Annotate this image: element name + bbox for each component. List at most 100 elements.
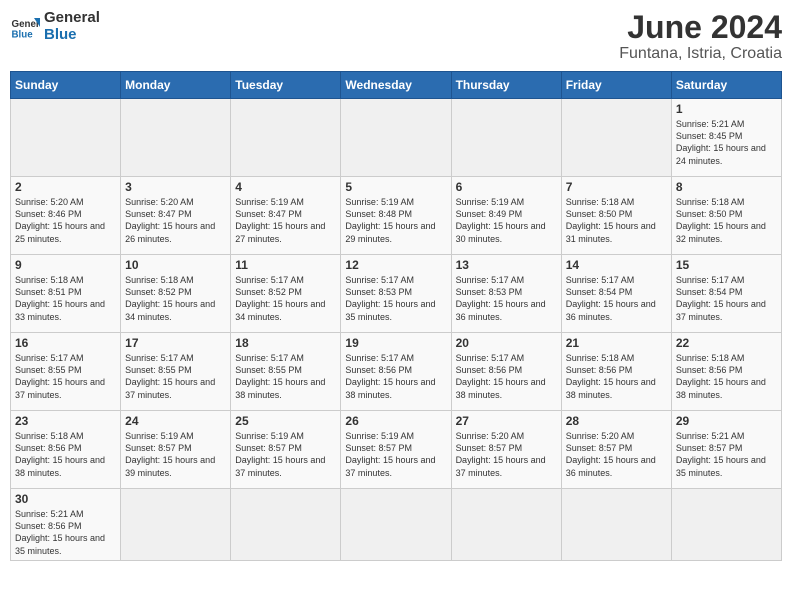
logo: General Blue General Blue <box>10 10 100 43</box>
table-row <box>121 489 231 561</box>
table-row: 13 Sunrise: 5:17 AM Sunset: 8:53 PM Dayli… <box>451 255 561 333</box>
day-info: Sunrise: 5:19 AM Sunset: 8:49 PM Dayligh… <box>456 196 557 245</box>
day-number: 2 <box>15 180 116 194</box>
table-row: 26 Sunrise: 5:19 AM Sunset: 8:57 PM Dayli… <box>341 411 451 489</box>
table-row <box>11 99 121 177</box>
table-row: 3Sunrise: 5:20 AM Sunset: 8:47 PM Daylig… <box>121 177 231 255</box>
day-number: 24 <box>125 414 226 428</box>
day-info: Sunrise: 5:19 AM Sunset: 8:47 PM Dayligh… <box>235 196 336 245</box>
day-number: 8 <box>676 180 777 194</box>
day-number: 10 <box>125 258 226 272</box>
day-number: 5 <box>345 180 446 194</box>
day-info: Sunrise: 5:20 AM Sunset: 8:46 PM Dayligh… <box>15 196 116 245</box>
header: General Blue General Blue June 2024 Funt… <box>10 10 782 63</box>
table-row: 7 Sunrise: 5:18 AM Sunset: 8:50 PM Daylig… <box>561 177 671 255</box>
calendar-header-row: Sunday Monday Tuesday Wednesday Thursday… <box>11 72 782 99</box>
table-row: 10 Sunrise: 5:18 AM Sunset: 8:52 PM Dayli… <box>121 255 231 333</box>
day-number: 26 <box>345 414 446 428</box>
table-row: 16Sunrise: 5:17 AM Sunset: 8:55 PM Dayli… <box>11 333 121 411</box>
day-info: Sunrise: 5:17 AM Sunset: 8:54 PM Dayligh… <box>676 274 777 323</box>
table-row: 29Sunrise: 5:21 AM Sunset: 8:57 PM Dayli… <box>671 411 781 489</box>
col-thursday: Thursday <box>451 72 561 99</box>
day-info: Sunrise: 5:18 AM Sunset: 8:56 PM Dayligh… <box>676 352 777 401</box>
day-info: Sunrise: 5:17 AM Sunset: 8:53 PM Dayligh… <box>456 274 557 323</box>
table-row: 21 Sunrise: 5:18 AM Sunset: 8:56 PM Dayli… <box>561 333 671 411</box>
day-info: Sunrise: 5:18 AM Sunset: 8:50 PM Dayligh… <box>566 196 667 245</box>
day-number: 22 <box>676 336 777 350</box>
day-number: 7 <box>566 180 667 194</box>
table-row: 20 Sunrise: 5:17 AM Sunset: 8:56 PM Dayli… <box>451 333 561 411</box>
day-info: Sunrise: 5:21 AM Sunset: 8:56 PM Dayligh… <box>15 508 116 557</box>
day-info: Sunrise: 5:17 AM Sunset: 8:56 PM Dayligh… <box>456 352 557 401</box>
day-info: Sunrise: 5:17 AM Sunset: 8:55 PM Dayligh… <box>235 352 336 401</box>
col-saturday: Saturday <box>671 72 781 99</box>
table-row: 14Sunrise: 5:17 AM Sunset: 8:54 PM Dayli… <box>561 255 671 333</box>
day-info: Sunrise: 5:18 AM Sunset: 8:56 PM Dayligh… <box>566 352 667 401</box>
day-info: Sunrise: 5:18 AM Sunset: 8:52 PM Dayligh… <box>125 274 226 323</box>
day-info: Sunrise: 5:19 AM Sunset: 8:57 PM Dayligh… <box>235 430 336 479</box>
table-row: 8 Sunrise: 5:18 AM Sunset: 8:50 PM Daylig… <box>671 177 781 255</box>
day-info: Sunrise: 5:19 AM Sunset: 8:57 PM Dayligh… <box>125 430 226 479</box>
day-number: 23 <box>15 414 116 428</box>
day-info: Sunrise: 5:17 AM Sunset: 8:55 PM Dayligh… <box>15 352 116 401</box>
table-row: 11 Sunrise: 5:17 AM Sunset: 8:52 PM Dayli… <box>231 255 341 333</box>
table-row: 5 Sunrise: 5:19 AM Sunset: 8:48 PM Daylig… <box>341 177 451 255</box>
table-row: 18 Sunrise: 5:17 AM Sunset: 8:55 PM Dayli… <box>231 333 341 411</box>
day-info: Sunrise: 5:17 AM Sunset: 8:56 PM Dayligh… <box>345 352 446 401</box>
day-number: 27 <box>456 414 557 428</box>
table-row: 28Sunrise: 5:20 AM Sunset: 8:57 PM Dayli… <box>561 411 671 489</box>
day-number: 19 <box>345 336 446 350</box>
day-info: Sunrise: 5:18 AM Sunset: 8:50 PM Dayligh… <box>676 196 777 245</box>
table-row: 19 Sunrise: 5:17 AM Sunset: 8:56 PM Dayli… <box>341 333 451 411</box>
svg-text:General: General <box>12 19 41 30</box>
table-row <box>231 99 341 177</box>
table-row: 1Sunrise: 5:21 AM Sunset: 8:45 PM Daylig… <box>671 99 781 177</box>
day-info: Sunrise: 5:21 AM Sunset: 8:57 PM Dayligh… <box>676 430 777 479</box>
day-number: 17 <box>125 336 226 350</box>
calendar-subtitle: Funtana, Istria, Croatia <box>619 45 782 63</box>
day-info: Sunrise: 5:17 AM Sunset: 8:52 PM Dayligh… <box>235 274 336 323</box>
day-number: 20 <box>456 336 557 350</box>
day-info: Sunrise: 5:19 AM Sunset: 8:48 PM Dayligh… <box>345 196 446 245</box>
table-row <box>121 99 231 177</box>
day-number: 28 <box>566 414 667 428</box>
table-row: 2 Sunrise: 5:20 AM Sunset: 8:46 PM Daylig… <box>11 177 121 255</box>
table-row <box>561 99 671 177</box>
table-row: 4 Sunrise: 5:19 AM Sunset: 8:47 PM Daylig… <box>231 177 341 255</box>
day-info: Sunrise: 5:19 AM Sunset: 8:57 PM Dayligh… <box>345 430 446 479</box>
day-number: 15 <box>676 258 777 272</box>
title-area: June 2024 Funtana, Istria, Croatia <box>619 10 782 63</box>
day-number: 21 <box>566 336 667 350</box>
day-info: Sunrise: 5:18 AM Sunset: 8:51 PM Dayligh… <box>15 274 116 323</box>
day-info: Sunrise: 5:20 AM Sunset: 8:57 PM Dayligh… <box>456 430 557 479</box>
day-number: 3 <box>125 180 226 194</box>
day-number: 14 <box>566 258 667 272</box>
day-number: 11 <box>235 258 336 272</box>
calendar-table: Sunday Monday Tuesday Wednesday Thursday… <box>10 71 782 561</box>
col-tuesday: Tuesday <box>231 72 341 99</box>
col-friday: Friday <box>561 72 671 99</box>
table-row <box>561 489 671 561</box>
col-monday: Monday <box>121 72 231 99</box>
table-row <box>451 489 561 561</box>
day-info: Sunrise: 5:17 AM Sunset: 8:53 PM Dayligh… <box>345 274 446 323</box>
table-row <box>341 99 451 177</box>
svg-text:Blue: Blue <box>12 29 34 40</box>
table-row <box>451 99 561 177</box>
day-number: 4 <box>235 180 336 194</box>
day-number: 1 <box>676 102 777 116</box>
day-number: 13 <box>456 258 557 272</box>
table-row: 6Sunrise: 5:19 AM Sunset: 8:49 PM Daylig… <box>451 177 561 255</box>
col-wednesday: Wednesday <box>341 72 451 99</box>
table-row: 30Sunrise: 5:21 AM Sunset: 8:56 PM Dayli… <box>11 489 121 561</box>
day-number: 12 <box>345 258 446 272</box>
logo-general-text: General <box>44 10 100 27</box>
table-row: 15 Sunrise: 5:17 AM Sunset: 8:54 PM Dayli… <box>671 255 781 333</box>
day-number: 25 <box>235 414 336 428</box>
logo-icon: General Blue <box>10 12 40 42</box>
day-number: 9 <box>15 258 116 272</box>
table-row: 17Sunrise: 5:17 AM Sunset: 8:55 PM Dayli… <box>121 333 231 411</box>
table-row: 25 Sunrise: 5:19 AM Sunset: 8:57 PM Dayli… <box>231 411 341 489</box>
day-info: Sunrise: 5:18 AM Sunset: 8:56 PM Dayligh… <box>15 430 116 479</box>
day-number: 18 <box>235 336 336 350</box>
